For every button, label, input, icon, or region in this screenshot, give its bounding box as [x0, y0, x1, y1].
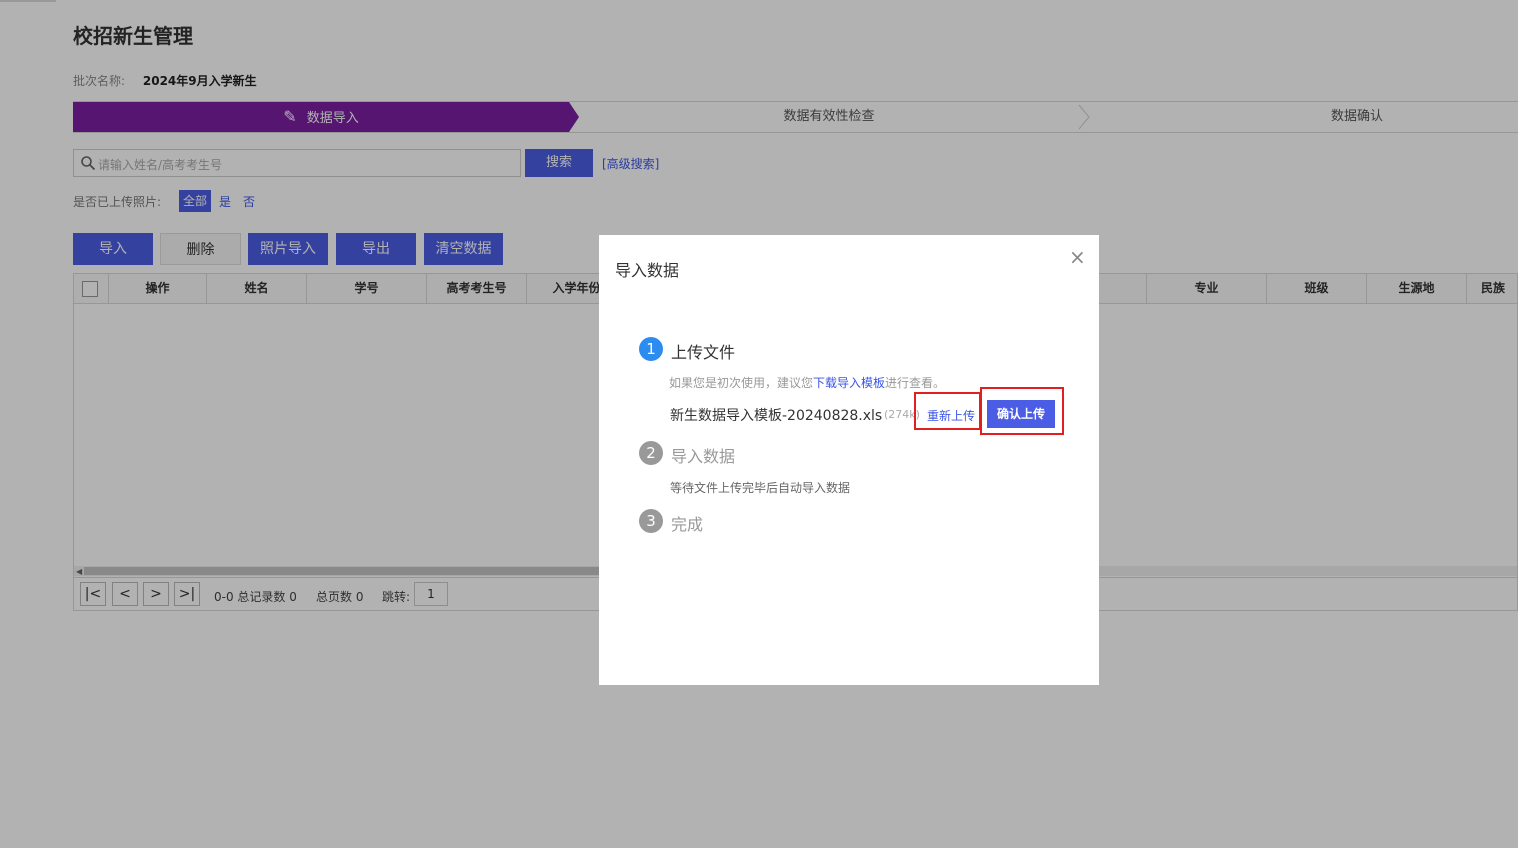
- step-3-title: 完成: [671, 515, 704, 534]
- file-name: 新生数据导入模板-20240828.xls: [670, 408, 883, 424]
- reupload-link[interactable]: 重新上传: [927, 407, 975, 424]
- import-dialog: 导入数据 × 1 上传文件 如果您是初次使用，建议您下载导入模板进行查看。 新生…: [599, 235, 1099, 685]
- step-1-badge: 1: [639, 337, 663, 361]
- dialog-title: 导入数据: [615, 261, 680, 280]
- hint-suffix: 进行查看。: [885, 376, 946, 390]
- step-2-hint: 等待文件上传完毕后自动导入数据: [670, 481, 851, 495]
- step-2-title: 导入数据: [671, 447, 736, 466]
- template-hint: 如果您是初次使用，建议您下载导入模板进行查看。: [669, 374, 945, 391]
- confirm-upload-button[interactable]: 确认上传: [987, 400, 1055, 428]
- close-icon[interactable]: ×: [1069, 245, 1086, 269]
- download-template-link[interactable]: 下载导入模板: [813, 376, 885, 390]
- step-3-badge: 3: [639, 509, 663, 533]
- step-1-title: 上传文件: [671, 343, 736, 362]
- step-2-badge: 2: [639, 441, 663, 465]
- hint-prefix: 如果您是初次使用，建议您: [669, 376, 814, 390]
